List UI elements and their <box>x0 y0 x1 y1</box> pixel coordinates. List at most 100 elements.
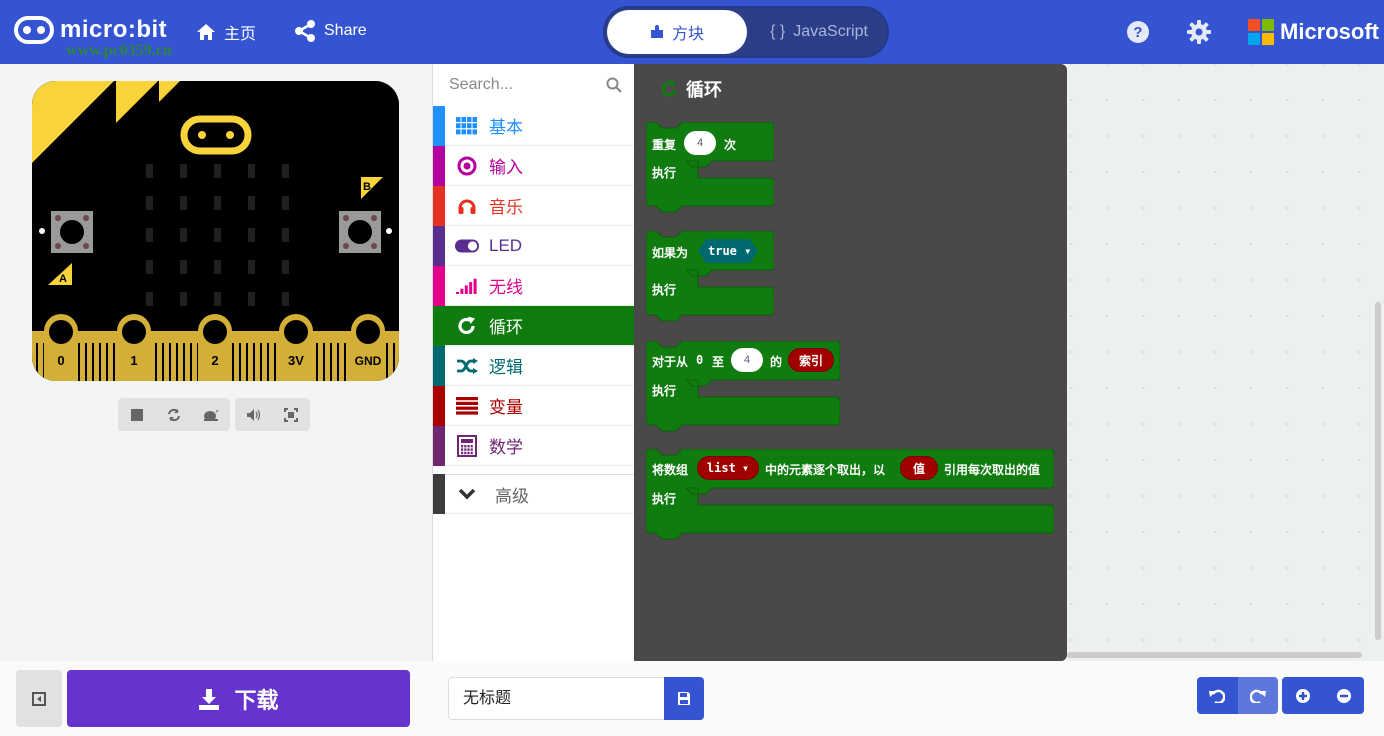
microsoft-logo[interactable]: Microsoft <box>1248 19 1379 45</box>
mute-button[interactable] <box>240 401 268 429</box>
toolbox-category[interactable]: 变量 <box>433 385 634 426</box>
led <box>214 292 221 306</box>
toolbox-category[interactable]: 循环 <box>433 305 634 346</box>
block-text: 对于从 <box>652 355 689 369</box>
refresh-icon <box>661 80 677 97</box>
toolbox-category[interactable]: 基本 <box>433 105 634 146</box>
redo-button[interactable] <box>1237 677 1278 714</box>
slowmo-button[interactable] <box>197 401 225 429</box>
target-icon <box>455 156 479 176</box>
led <box>282 260 289 274</box>
led <box>248 228 255 242</box>
pin-label: GND <box>355 354 382 368</box>
for-each-block[interactable]: 将数组 list ▾ 中的元素逐个取出，以 值 引用每次取出的值 执行 <box>646 449 1054 543</box>
led <box>214 228 221 242</box>
home-label: 主页 <box>224 26 257 43</box>
block-text: 执行 <box>652 384 677 398</box>
toolbox: Search... 基本 输入 音乐 LED 无线循环逻辑 变量 数学 高级 <box>432 64 634 661</box>
download-button[interactable]: 下载 <box>67 670 410 727</box>
signal-icon <box>455 276 479 296</box>
category-label: 无线 <box>489 278 523 297</box>
category-label: 循环 <box>489 318 523 337</box>
category-color-bar <box>433 385 445 426</box>
led <box>282 196 289 210</box>
microsoft-label: Microsoft <box>1280 19 1379 44</box>
javascript-tab[interactable]: { } JavaScript <box>755 10 883 54</box>
collapse-simulator-button[interactable] <box>16 670 62 727</box>
pin-label: 3V <box>288 353 304 368</box>
help-icon[interactable]: ? <box>1126 20 1150 44</box>
refresh-icon <box>168 408 180 421</box>
zoom-in-icon <box>1295 688 1310 703</box>
block-text: 的 <box>770 355 783 369</box>
condition-dropdown[interactable]: true ▾ <box>708 244 751 258</box>
pin-label: 1 <box>130 353 137 368</box>
pin-1[interactable]: 1 <box>117 314 151 381</box>
undo-button[interactable] <box>1197 677 1238 714</box>
category-color-bar <box>433 185 445 226</box>
block-text: 执行 <box>652 492 677 506</box>
toolbox-category[interactable]: 无线 <box>433 265 634 306</box>
led <box>146 228 153 242</box>
blocks-workspace[interactable] <box>1067 64 1384 661</box>
refresh-icon <box>455 316 479 336</box>
led <box>248 164 255 178</box>
toolbox-search[interactable]: Search... <box>433 64 634 106</box>
microbit-board[interactable]: A B 0 1 2 3V GND <box>32 81 399 381</box>
toolbox-category[interactable]: 音乐 <box>433 185 634 226</box>
toolbox-category[interactable]: 输入 <box>433 145 634 186</box>
search-icon[interactable] <box>606 77 622 93</box>
restart-button[interactable] <box>160 401 188 429</box>
for-to-input[interactable]: 4 <box>731 348 763 372</box>
gear-icon[interactable] <box>1187 20 1211 44</box>
block-text: 执行 <box>652 166 677 180</box>
watermark: www.pc0359.cn <box>66 42 172 59</box>
value-variable[interactable]: 值 <box>900 456 938 480</box>
project-name-input[interactable]: 无标题 <box>448 677 664 720</box>
button-a[interactable] <box>51 211 93 253</box>
microbit-logo[interactable]: micro:bit <box>14 16 167 44</box>
toolbox-category[interactable]: 数学 <box>433 425 634 466</box>
led <box>282 164 289 178</box>
block-text: 中的元素逐个取出，以 <box>765 463 886 477</box>
led <box>248 292 255 306</box>
vertical-scrollbar[interactable] <box>1375 302 1381 640</box>
while-block[interactable]: 如果为 true ▾ 执行 <box>646 231 774 325</box>
toolbox-category[interactable]: LED <box>433 225 634 266</box>
horizontal-scrollbar[interactable] <box>1067 652 1362 658</box>
toolbox-advanced[interactable]: 高级 <box>433 474 634 514</box>
button-b-label: B <box>363 181 371 193</box>
repeat-count-input[interactable]: 4 <box>684 131 716 155</box>
zoom-in-button[interactable] <box>1282 677 1323 714</box>
category-color-bar <box>433 474 445 514</box>
save-button[interactable] <box>664 677 704 720</box>
stop-icon <box>130 408 143 421</box>
toolbox-category[interactable]: 逻辑 <box>433 345 634 386</box>
grid-icon <box>455 116 479 136</box>
fullscreen-button[interactable] <box>277 401 305 429</box>
undo-icon <box>1209 689 1226 703</box>
stop-button[interactable] <box>123 401 151 429</box>
block-text: 引用每次取出的值 <box>944 463 1041 477</box>
pin-gnd[interactable]: GND <box>351 314 385 381</box>
share-button[interactable]: Share <box>294 20 367 42</box>
snail-icon <box>204 409 219 421</box>
sim-controls <box>118 398 230 431</box>
button-b[interactable] <box>339 211 381 253</box>
pin-2[interactable]: 2 <box>198 314 232 381</box>
list-dropdown[interactable]: list ▾ <box>697 456 759 480</box>
blocks-tab[interactable]: 方块 <box>607 10 747 54</box>
home-button[interactable]: 主页 <box>196 20 256 44</box>
repeat-block[interactable]: 重复 4 次 执行 <box>646 122 774 216</box>
for-block[interactable]: 对于从 0 至 4 的 索引 执行 <box>646 341 840 435</box>
pin-label: 2 <box>211 353 218 368</box>
zoom-out-button[interactable] <box>1323 677 1364 714</box>
index-variable[interactable]: 索引 <box>788 348 834 372</box>
led <box>214 260 221 274</box>
led <box>146 292 153 306</box>
redo-icon <box>1249 689 1266 703</box>
search-input[interactable]: Search... <box>449 76 513 94</box>
pin-0[interactable]: 0 <box>44 314 78 381</box>
pin-3v[interactable]: 3V <box>279 314 313 381</box>
category-color-bar <box>433 145 445 186</box>
